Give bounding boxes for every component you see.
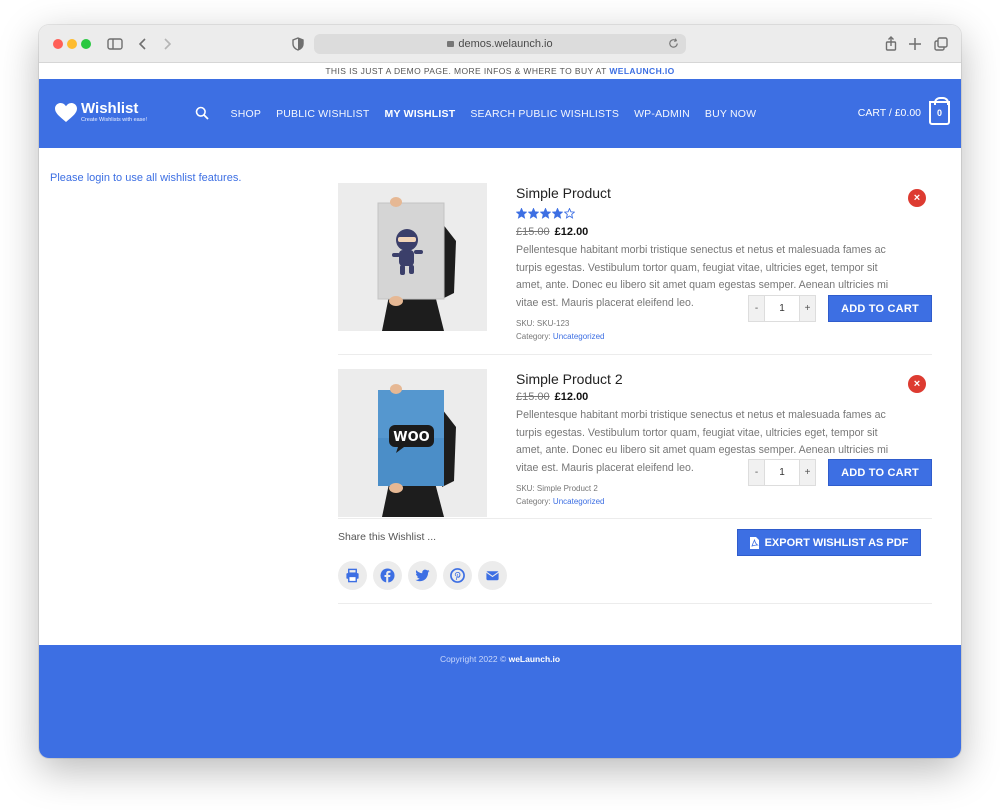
- product-image[interactable]: [338, 183, 487, 331]
- shield-icon[interactable]: [288, 34, 308, 54]
- product-title[interactable]: Simple Product 2: [516, 371, 906, 387]
- star-filled-icon: [552, 208, 563, 219]
- quantity-stepper: - 1 +: [748, 459, 816, 486]
- star-filled-icon: [528, 208, 539, 219]
- add-to-cart-button[interactable]: ADD TO CART: [828, 295, 932, 322]
- logo-title: Wishlist: [81, 100, 139, 117]
- remove-item-button[interactable]: ×: [908, 375, 926, 393]
- share-facebook-button[interactable]: [373, 561, 402, 590]
- sidebar-toggle-icon[interactable]: [105, 34, 125, 54]
- email-icon: [486, 571, 499, 581]
- main-nav: SHOP PUBLIC WISHLIST MY WISHLIST SEARCH …: [223, 79, 764, 148]
- export-pdf-button[interactable]: EXPORT WISHLIST AS PDF: [737, 529, 921, 556]
- product-image[interactable]: WOO: [338, 369, 487, 517]
- woo-poster-illustration: WOO: [338, 369, 487, 517]
- lock-icon: [447, 41, 455, 47]
- nav-wp-admin[interactable]: WP-ADMIN: [627, 108, 698, 120]
- share-divider: [338, 603, 932, 604]
- category-label: Category:: [516, 497, 551, 506]
- qty-input[interactable]: 1: [764, 460, 800, 485]
- old-price: £15.00: [516, 391, 550, 403]
- browser-toolbar: demos.welaunch.io: [39, 25, 961, 63]
- back-icon[interactable]: [133, 34, 153, 54]
- product-info: Simple Product 2 £15.00 £12.00 Pellentesq…: [516, 369, 906, 508]
- share-pinterest-button[interactable]: [443, 561, 472, 590]
- logo-tagline: Create Wishlists with ease!: [81, 117, 148, 123]
- share-icons: [338, 561, 507, 590]
- add-to-cart-button[interactable]: ADD TO CART: [828, 459, 932, 486]
- share-icon[interactable]: [881, 34, 901, 54]
- search-icon[interactable]: [195, 106, 209, 120]
- share-label: Share this Wishlist ...: [338, 531, 437, 543]
- demo-notice: THIS IS JUST A DEMO PAGE. MORE INFOS & W…: [39, 63, 961, 79]
- site-footer: Copyright 2022 © weLaunch.io: [39, 645, 961, 758]
- zoom-window-button[interactable]: [81, 39, 91, 49]
- copyright: Copyright 2022 © weLaunch.io: [39, 654, 961, 664]
- qty-increase-button[interactable]: +: [800, 460, 815, 485]
- pdf-file-icon: [749, 536, 759, 549]
- copyright-text: Copyright 2022 ©: [439, 654, 509, 664]
- reload-icon[interactable]: [667, 37, 680, 50]
- category-link[interactable]: Uncategorized: [553, 332, 605, 341]
- wishlist-item: Simple Product £15.00 £12.00 Pellentesque…: [338, 183, 932, 355]
- cart-count-badge: 0: [929, 97, 950, 125]
- qty-decrease-button[interactable]: -: [749, 296, 764, 321]
- facebook-icon: [380, 568, 395, 583]
- product-price: £15.00 £12.00: [516, 391, 906, 403]
- nav-shop[interactable]: SHOP: [223, 108, 269, 120]
- share-email-button[interactable]: [478, 561, 507, 590]
- print-icon: [346, 568, 359, 583]
- nav-search-public-wishlists[interactable]: SEARCH PUBLIC WISHLISTS: [463, 108, 627, 120]
- cart-label: CART / £0.00: [857, 107, 921, 119]
- export-pdf-label: EXPORT WISHLIST AS PDF: [764, 536, 909, 549]
- remove-item-button[interactable]: ×: [908, 189, 926, 207]
- star-empty-icon: [564, 208, 575, 219]
- sale-price: £12.00: [554, 226, 589, 238]
- demo-notice-link[interactable]: WELAUNCH.IO: [609, 66, 674, 76]
- qty-decrease-button[interactable]: -: [749, 460, 764, 485]
- share-twitter-button[interactable]: [408, 561, 437, 590]
- forward-icon[interactable]: [157, 34, 177, 54]
- star-rating: [516, 208, 906, 220]
- ninja-poster-illustration: [338, 183, 487, 331]
- product-title[interactable]: Simple Product: [516, 185, 906, 201]
- nav-buy-now[interactable]: BUY NOW: [697, 108, 763, 120]
- pinterest-icon: [450, 568, 465, 583]
- nav-public-wishlist[interactable]: PUBLIC WISHLIST: [269, 108, 377, 120]
- minimize-window-button[interactable]: [67, 39, 77, 49]
- new-tab-icon[interactable]: [905, 34, 925, 54]
- star-filled-icon: [540, 208, 551, 219]
- product-price: £15.00 £12.00: [516, 226, 906, 238]
- sale-price: £12.00: [554, 391, 589, 403]
- browser-window: demos.welaunch.io THIS IS JUST A DEMO PA…: [39, 25, 961, 758]
- nav-my-wishlist[interactable]: MY WISHLIST: [377, 108, 463, 120]
- demo-notice-text: THIS IS JUST A DEMO PAGE. MORE INFOS & W…: [325, 66, 610, 76]
- star-filled-icon: [516, 208, 527, 219]
- quantity-stepper: - 1 +: [748, 295, 816, 322]
- address-bar[interactable]: demos.welaunch.io: [314, 34, 686, 54]
- cart-link[interactable]: CART / £0.00 0: [857, 97, 950, 125]
- heart-logo-icon: [55, 103, 77, 122]
- old-price: £15.00: [516, 226, 550, 238]
- tab-overview-icon[interactable]: [931, 34, 951, 54]
- poster-text: WOO: [393, 430, 429, 445]
- share-print-button[interactable]: [338, 561, 367, 590]
- category-link[interactable]: Uncategorized: [553, 497, 605, 506]
- copyright-brand-link[interactable]: weLaunch.io: [509, 654, 560, 664]
- qty-input[interactable]: 1: [764, 296, 800, 321]
- close-window-button[interactable]: [53, 39, 63, 49]
- twitter-icon: [415, 569, 430, 582]
- site-header: Wishlist Create Wishlists with ease! SHO…: [39, 79, 961, 148]
- wishlist-item: WOO Simple Product 2 £15.00 £12.00 Pellen…: [338, 369, 932, 519]
- login-link[interactable]: Please login to use all wishlist feature…: [50, 172, 241, 184]
- category-label: Category:: [516, 332, 551, 341]
- address-url: demos.welaunch.io: [458, 38, 553, 50]
- qty-increase-button[interactable]: +: [800, 296, 815, 321]
